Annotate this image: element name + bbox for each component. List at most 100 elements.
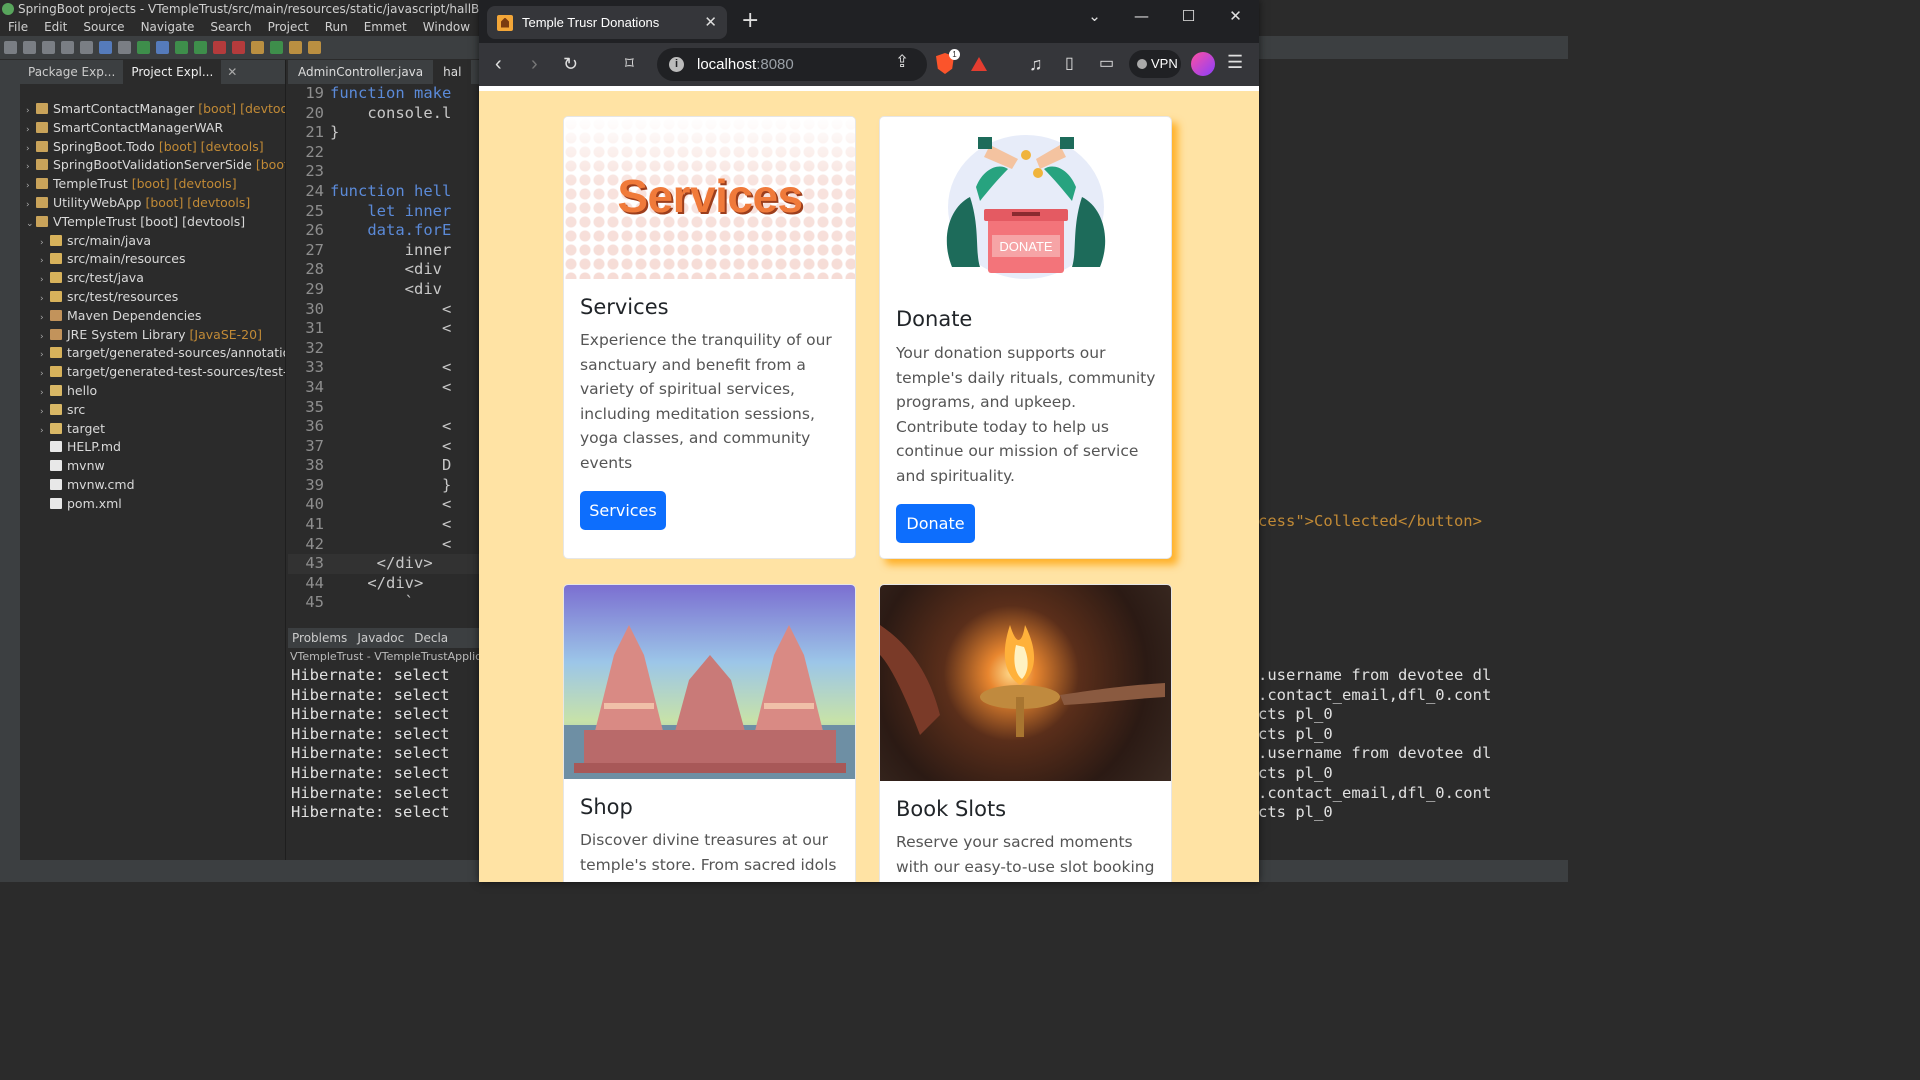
tree-item[interactable]: › src xyxy=(20,401,285,420)
menu-item-navigate[interactable]: Navigate xyxy=(133,18,203,36)
tree-item[interactable]: › JRE System Library [JavaSE-20] xyxy=(20,326,285,345)
tree-item[interactable]: › SpringBootValidationServerSide[boot] [d… xyxy=(20,156,285,175)
expand-arrow-icon[interactable]: › xyxy=(40,422,50,439)
donate-button[interactable]: Donate xyxy=(896,504,975,543)
code-line[interactable]: 29 <div xyxy=(288,280,480,300)
external-tools-icon[interactable] xyxy=(232,41,245,54)
menu-item-search[interactable]: Search xyxy=(202,18,259,36)
expand-arrow-icon[interactable]: ⌄ xyxy=(26,215,36,232)
reload-icon[interactable]: ↻ xyxy=(563,52,578,76)
tree-item[interactable]: pom.xml xyxy=(20,495,285,514)
run-icon[interactable] xyxy=(175,41,188,54)
vpn-button[interactable]: VPN xyxy=(1129,50,1181,78)
site-info-icon[interactable]: i xyxy=(669,57,684,72)
code-line[interactable]: 45 ` xyxy=(288,593,480,613)
terminal-icon[interactable] xyxy=(99,41,112,54)
close-window-icon[interactable]: ✕ xyxy=(1212,0,1259,32)
expand-arrow-icon[interactable]: › xyxy=(40,328,50,345)
tree-item[interactable]: › target xyxy=(20,420,285,439)
code-line[interactable]: 26 data.forE xyxy=(288,221,480,241)
expand-arrow-icon[interactable]: › xyxy=(26,177,36,194)
code-line[interactable]: 34 < xyxy=(288,378,480,398)
share-icon[interactable]: ⇪ xyxy=(895,52,909,72)
tab-admin-controller[interactable]: AdminController.java xyxy=(288,60,433,84)
tree-item[interactable]: › SmartContactManager[boot] [devtools] xyxy=(20,100,285,119)
expand-arrow-icon[interactable]: › xyxy=(40,365,50,382)
menu-item-project[interactable]: Project xyxy=(260,18,317,36)
code-line[interactable]: 28 <div xyxy=(288,260,480,280)
tree-item[interactable]: › TempleTrust [boot] [devtools] xyxy=(20,175,285,194)
tree-item[interactable]: › hello xyxy=(20,382,285,401)
open-type-icon[interactable] xyxy=(289,41,302,54)
expand-arrow-icon[interactable]: › xyxy=(40,403,50,420)
expand-arrow-icon[interactable]: › xyxy=(40,346,50,363)
close-icon[interactable]: ✕ xyxy=(227,65,237,79)
code-line[interactable]: 19 function make xyxy=(288,84,480,104)
maximize-icon[interactable]: ☐ xyxy=(1165,0,1212,32)
tab-search-icon[interactable]: ⌄ xyxy=(1071,0,1118,32)
code-line[interactable]: 24 function hell xyxy=(288,182,480,202)
new-tab-icon[interactable]: + xyxy=(741,9,759,33)
code-line[interactable]: 36 < xyxy=(288,417,480,437)
code-line[interactable]: 23 xyxy=(288,162,480,182)
code-line[interactable]: 42 < xyxy=(288,535,480,555)
tree-item[interactable]: › SpringBoot.Todo [boot] [devtools] xyxy=(20,138,285,157)
expand-arrow-icon[interactable]: › xyxy=(40,309,50,326)
code-editor[interactable]: AdminController.java hal 19 function make… xyxy=(288,60,480,624)
code-line[interactable]: 35 xyxy=(288,398,480,418)
forward-icon[interactable]: › xyxy=(531,52,538,76)
tab-hall-booking[interactable]: hal xyxy=(433,60,472,84)
expand-arrow-icon[interactable]: › xyxy=(26,121,36,138)
code-line[interactable]: 31 < xyxy=(288,319,480,339)
code-line[interactable]: 38 D xyxy=(288,456,480,476)
save-icon[interactable] xyxy=(23,41,36,54)
spring-boot-icon[interactable] xyxy=(137,41,150,54)
coverage-icon[interactable] xyxy=(194,41,207,54)
wallet-icon[interactable]: ▭ xyxy=(1099,52,1114,76)
back-icon[interactable]: ‹ xyxy=(495,52,502,76)
tree-item[interactable]: › UtilityWebApp [boot] [devtools] xyxy=(20,194,285,213)
tree-item[interactable]: mvnw.cmd xyxy=(20,476,285,495)
code-line[interactable]: 22 xyxy=(288,143,480,163)
tree-item[interactable]: HELP.md xyxy=(20,438,285,457)
tree-item[interactable]: › Maven Dependencies xyxy=(20,307,285,326)
services-button[interactable]: Services xyxy=(580,491,666,530)
tree-item[interactable]: › target/generated-test-sources/test-anno xyxy=(20,363,285,382)
code-line[interactable]: 30 < xyxy=(288,300,480,320)
tree-item[interactable]: › src/main/resources xyxy=(20,250,285,269)
tab-problems[interactable]: Problems xyxy=(292,631,347,645)
code-line[interactable]: 20 console.l xyxy=(288,104,480,124)
brave-rewards-icon[interactable] xyxy=(971,57,987,71)
tab-declaration[interactable]: Decla xyxy=(414,631,448,645)
menu-item-source[interactable]: Source xyxy=(75,18,132,36)
profile-avatar-icon[interactable] xyxy=(1191,52,1215,76)
code-line[interactable]: 43 </div> xyxy=(288,554,480,574)
expand-arrow-icon[interactable]: › xyxy=(26,196,36,213)
tree-item[interactable]: › target/generated-sources/annotations xyxy=(20,344,285,363)
code-line[interactable]: 40 < xyxy=(288,495,480,515)
expand-arrow-icon[interactable]: › xyxy=(40,252,50,269)
tab-project-explorer[interactable]: Project Expl... xyxy=(123,60,222,84)
skip-breakpoints-icon[interactable] xyxy=(118,41,131,54)
toolbar-icons[interactable] xyxy=(4,41,321,54)
menu-item-window[interactable]: Window xyxy=(415,18,478,36)
tree-item[interactable]: › src/test/resources xyxy=(20,288,285,307)
code-line[interactable]: 39 } xyxy=(288,476,480,496)
tab-javadoc[interactable]: Javadoc xyxy=(357,631,404,645)
code-line[interactable]: 32 xyxy=(288,339,480,359)
redo-icon[interactable] xyxy=(80,41,93,54)
menu-icon[interactable]: ☰ xyxy=(1227,52,1243,73)
menu-item-emmet[interactable]: Emmet xyxy=(356,18,415,36)
sidebar-icon[interactable]: ▯ xyxy=(1065,52,1074,76)
code-line[interactable]: 21} xyxy=(288,123,480,143)
bookmark-icon[interactable]: ⌑ xyxy=(625,52,634,76)
expand-arrow-icon[interactable]: › xyxy=(40,290,50,307)
undo-icon[interactable] xyxy=(61,41,74,54)
code-line[interactable]: 44 </div> xyxy=(288,574,480,594)
code-line[interactable]: 27 inner xyxy=(288,241,480,261)
refresh-icon[interactable] xyxy=(270,41,283,54)
expand-arrow-icon[interactable]: › xyxy=(40,384,50,401)
menu-item-file[interactable]: File xyxy=(0,18,36,36)
close-tab-icon[interactable]: ✕ xyxy=(704,13,717,31)
expand-arrow-icon[interactable]: › xyxy=(26,102,36,119)
